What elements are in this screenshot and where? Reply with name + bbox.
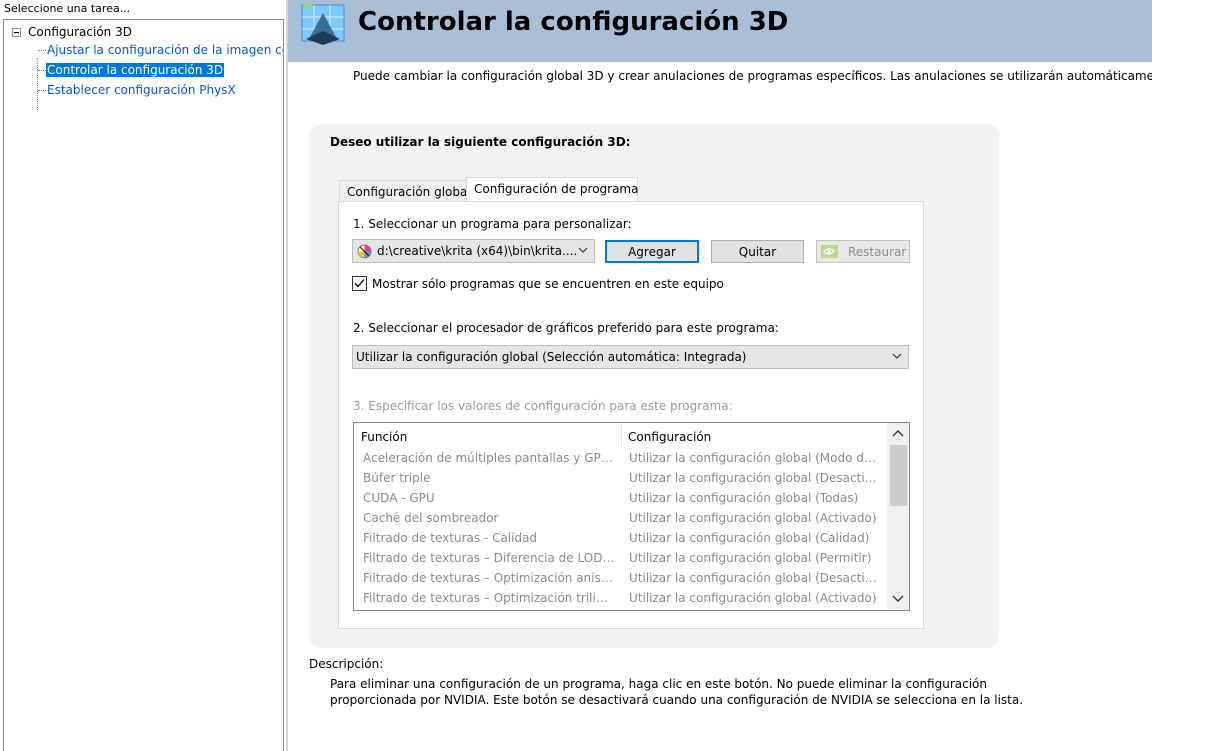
add-program-button[interactable]: Agregar bbox=[605, 240, 699, 263]
description-label: Descripción: bbox=[309, 657, 384, 671]
setting-function: Filtrado de texturas – Diferencia de LOD… bbox=[363, 551, 615, 565]
setting-value: Utilizar la configuración global (Activa… bbox=[629, 591, 877, 605]
config-panel: Deseo utilizar la siguiente configuració… bbox=[309, 124, 999, 648]
setting-function: CUDA - GPU bbox=[363, 491, 435, 505]
setting-function: Filtrado de texturas - Calidad bbox=[363, 531, 538, 545]
tree-connector bbox=[37, 58, 38, 110]
column-header-setting[interactable]: Configuración bbox=[628, 430, 711, 444]
page-title: Controlar la configuración 3D bbox=[358, 7, 789, 37]
chevron-down-icon bbox=[578, 247, 588, 253]
chevron-down-icon bbox=[892, 353, 902, 359]
setting-function: Filtrado de texturas – Optimización anis… bbox=[363, 571, 615, 585]
column-separator[interactable] bbox=[621, 423, 622, 447]
settings-row[interactable]: Búfer triple Utilizar la configuración g… bbox=[354, 468, 887, 488]
tree-item-label[interactable]: Ajustar la configuración de la imagen co… bbox=[46, 43, 283, 57]
settings-row[interactable]: Filtrado de texturas – Optimización anis… bbox=[354, 568, 887, 588]
setting-value: Utilizar la configuración global (Activa… bbox=[629, 511, 877, 525]
scrollbar-thumb[interactable] bbox=[890, 445, 907, 506]
config-heading: Deseo utilizar la siguiente configuració… bbox=[330, 135, 631, 149]
setting-function: Filtrado de texturas – Optimización tril… bbox=[363, 591, 615, 605]
tab-program-settings[interactable]: Configuración de programa bbox=[466, 177, 638, 202]
settings-row[interactable]: Filtrado de texturas – Optimización tril… bbox=[354, 588, 887, 608]
show-only-installed-label[interactable]: Mostrar sólo programas que se encuentren… bbox=[372, 277, 724, 291]
krita-program-icon bbox=[357, 244, 372, 259]
setting-value: Utilizar la configuración global (Desact… bbox=[629, 471, 882, 485]
program-dropdown[interactable]: d:\creative\krita (x64)\bin\krita.... bbox=[352, 239, 595, 263]
task-tree: Configuración 3D Ajustar la configuració… bbox=[3, 19, 284, 751]
chevron-up-icon[interactable] bbox=[890, 427, 906, 441]
step1-label: 1. Seleccionar un programa para personal… bbox=[353, 217, 632, 231]
gpu-dropdown-value: Utilizar la configuración global (Selecc… bbox=[356, 350, 747, 364]
main-content: Controlar la configuración 3D Puede camb… bbox=[288, 0, 1221, 751]
settings-row[interactable]: Filtrado de texturas – Diferencia de LOD… bbox=[354, 548, 887, 568]
setting-value: Utilizar la configuración global (Modo d… bbox=[629, 451, 882, 465]
step3-label: 3. Especificar los valores de configurac… bbox=[353, 399, 733, 413]
tab-global-settings[interactable]: Configuración global bbox=[339, 180, 471, 202]
program-dropdown-value: d:\creative\krita (x64)\bin\krita.... bbox=[377, 244, 578, 258]
tree-branch-line bbox=[38, 50, 46, 51]
setting-value: Utilizar la configuración global (Todas) bbox=[629, 491, 859, 505]
settings-row[interactable]: Filtrado de texturas - Calidad Utilizar … bbox=[354, 528, 887, 548]
setting-value: Utilizar la configuración global (Desact… bbox=[629, 571, 882, 585]
tab-content-program: 1. Seleccionar un programa para personal… bbox=[338, 201, 924, 629]
setting-value: Utilizar la configuración global (Calida… bbox=[629, 531, 870, 545]
setting-function: Caché del sombreador bbox=[363, 511, 499, 525]
column-header-function[interactable]: Función bbox=[361, 430, 407, 444]
tree-collapse-icon[interactable] bbox=[12, 28, 21, 37]
tree-root-label[interactable]: Configuración 3D bbox=[28, 25, 132, 39]
description-text: Para eliminar una configuración de un pr… bbox=[330, 677, 1024, 707]
restore-button[interactable]: Restaurar bbox=[816, 240, 910, 263]
restore-button-label: Restaurar bbox=[848, 245, 907, 259]
settings-list-scrollbar[interactable] bbox=[887, 423, 909, 610]
step2-label: 2. Seleccionar el procesador de gráficos… bbox=[353, 321, 779, 335]
settings-row[interactable]: Aceleración de múltiples pantallas y GPU… bbox=[354, 448, 887, 468]
settings-list[interactable]: Función Configuración Aceleración de múl… bbox=[353, 422, 910, 611]
settings-row[interactable]: CUDA - GPU Utilizar la configuración glo… bbox=[354, 488, 887, 508]
setting-value: Utilizar la configuración global (Permit… bbox=[629, 551, 872, 565]
gpu-processor-dropdown[interactable]: Utilizar la configuración global (Selecc… bbox=[352, 345, 909, 369]
tree-item-label[interactable]: Controlar la configuración 3D bbox=[46, 63, 225, 77]
task-pane: Seleccione una tarea... Configuración 3D… bbox=[0, 0, 286, 751]
tree-branch-line bbox=[38, 70, 46, 71]
nvidia-logo-icon bbox=[821, 245, 838, 258]
setting-function: Búfer triple bbox=[363, 471, 431, 485]
remove-program-button[interactable]: Quitar bbox=[711, 240, 804, 263]
page-banner: Controlar la configuración 3D bbox=[288, 0, 1152, 62]
checkmark-icon bbox=[354, 279, 365, 288]
setting-function: Aceleración de múltiples pantallas y GPU… bbox=[363, 451, 615, 465]
task-pane-header: Seleccione una tarea... bbox=[4, 2, 131, 15]
show-only-installed-checkbox[interactable] bbox=[352, 276, 367, 291]
tree-branch-line bbox=[38, 90, 46, 91]
tree-item-label[interactable]: Establecer configuración PhysX bbox=[46, 83, 237, 97]
nvidia-3d-icon bbox=[301, 3, 345, 45]
page-intro: Puede cambiar la configuración global 3D… bbox=[353, 69, 1152, 83]
settings-row[interactable]: Caché del sombreador Utilizar la configu… bbox=[354, 508, 887, 528]
chevron-down-icon[interactable] bbox=[890, 591, 906, 605]
